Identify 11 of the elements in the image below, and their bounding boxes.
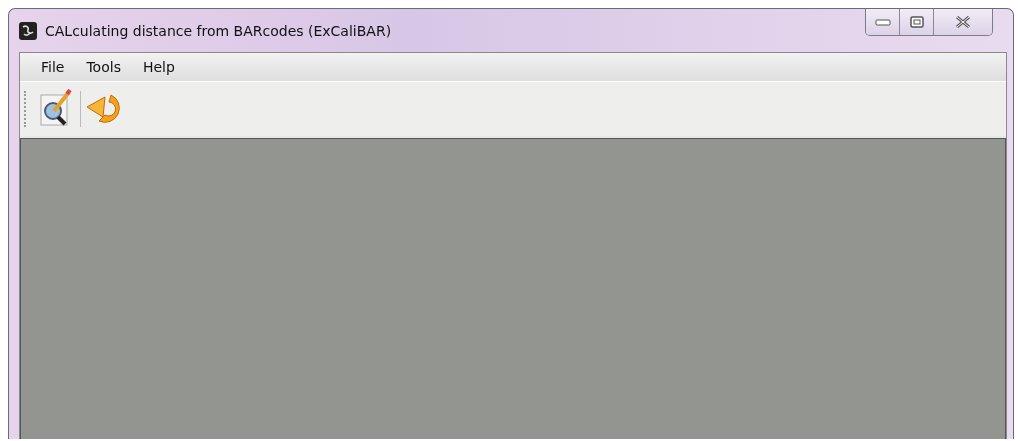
close-button[interactable] — [933, 9, 992, 35]
menu-item[interactable]: Tools — [77, 56, 130, 78]
maximize-icon — [909, 16, 924, 28]
close-icon — [955, 16, 971, 28]
menu-item[interactable]: Help — [133, 56, 184, 78]
app-icon — [19, 21, 37, 40]
window-title: CALculating distance from BARcodes (ExCaliBAR) — [45, 22, 393, 39]
menu-item[interactable]: File — [32, 56, 74, 78]
minimize-button[interactable] — [866, 9, 899, 35]
maximize-button[interactable] — [899, 9, 933, 35]
minimize-icon — [874, 18, 891, 26]
